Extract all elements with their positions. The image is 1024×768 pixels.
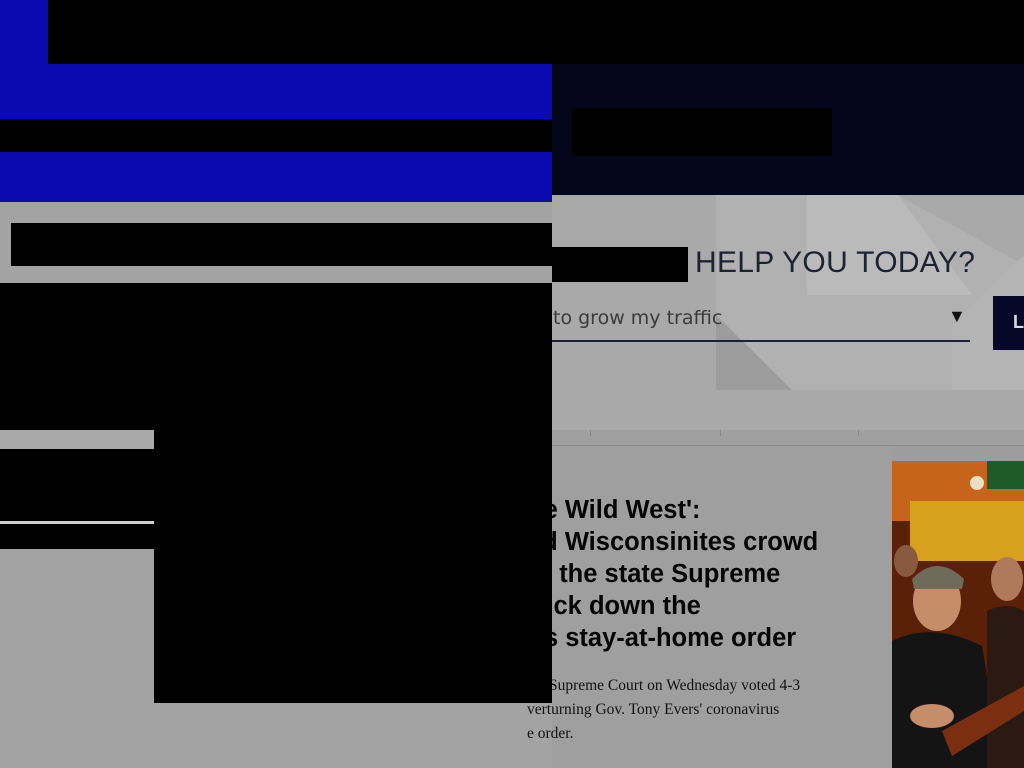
article-summary: sin Supreme Court on Wednesday voted 4-3… [527, 677, 801, 742]
submit-button-label: L [1013, 312, 1024, 332]
nav-separator [720, 430, 721, 436]
left-nav-strip [0, 430, 154, 449]
help-title: HELP YOU TODAY? [695, 246, 976, 279]
redacted-header-block [572, 108, 832, 156]
chevron-down-icon[interactable]: ▼ [948, 306, 966, 327]
nav-separator [858, 430, 859, 436]
redacted-logo-bar [0, 119, 552, 152]
article-headline[interactable]: he Wild West': ed Wisconsinites crowd er… [528, 494, 868, 654]
redacted-top-bar [48, 0, 1024, 64]
goal-select-value[interactable]: to grow my traffic [553, 307, 722, 329]
submit-button[interactable]: L [993, 296, 1024, 350]
nav-separator [590, 430, 591, 436]
redacted-left-heading [11, 223, 552, 266]
redacted-left-footer [0, 524, 154, 549]
article-photo[interactable] [892, 461, 1024, 768]
section-nav [552, 430, 1024, 446]
redacted-left-card [0, 449, 154, 521]
redacted-help-prefix [552, 247, 688, 282]
photo-illustration [892, 461, 1024, 768]
redacted-left-content [0, 283, 552, 430]
redacted-center-block [154, 430, 552, 703]
